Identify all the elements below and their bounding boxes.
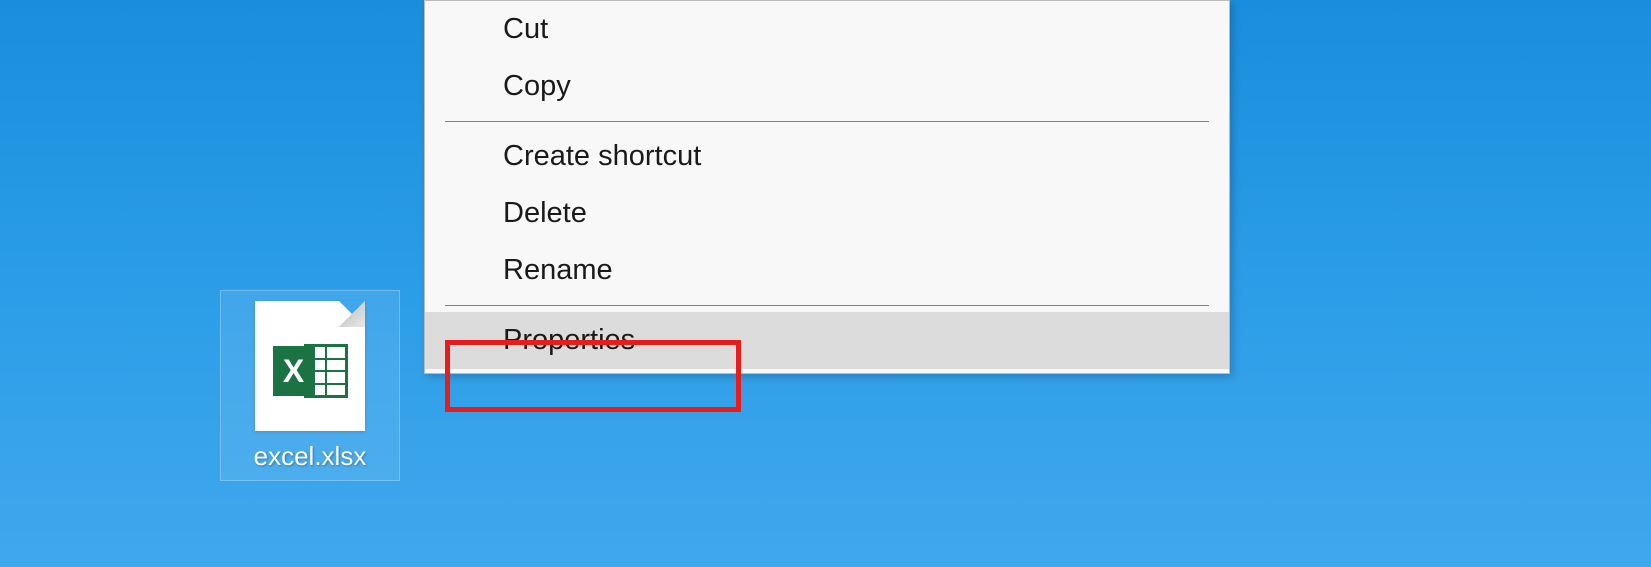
menu-item-properties[interactable]: Properties: [425, 312, 1229, 369]
menu-item-label: Delete: [503, 197, 587, 229]
file-icon-label: excel.xlsx: [254, 441, 367, 472]
menu-item-delete[interactable]: Delete: [425, 185, 1229, 242]
menu-item-label: Create shortcut: [503, 140, 701, 172]
menu-separator: [445, 121, 1209, 122]
menu-item-create-shortcut[interactable]: Create shortcut: [425, 128, 1229, 185]
menu-item-cut[interactable]: Cut: [425, 1, 1229, 58]
menu-separator: [445, 305, 1209, 306]
menu-item-label: Properties: [503, 324, 635, 356]
excel-logo-icon: X: [273, 341, 348, 401]
menu-item-label: Cut: [503, 13, 548, 45]
context-menu: Cut Copy Create shortcut Delete Rename P…: [424, 0, 1230, 374]
menu-item-label: Copy: [503, 70, 571, 102]
file-page-icon: X: [255, 301, 365, 431]
menu-item-copy[interactable]: Copy: [425, 58, 1229, 115]
menu-item-rename[interactable]: Rename: [425, 242, 1229, 299]
excel-x-icon: X: [273, 346, 315, 396]
desktop-file-icon[interactable]: X excel.xlsx: [220, 290, 400, 481]
menu-item-label: Rename: [503, 254, 613, 286]
